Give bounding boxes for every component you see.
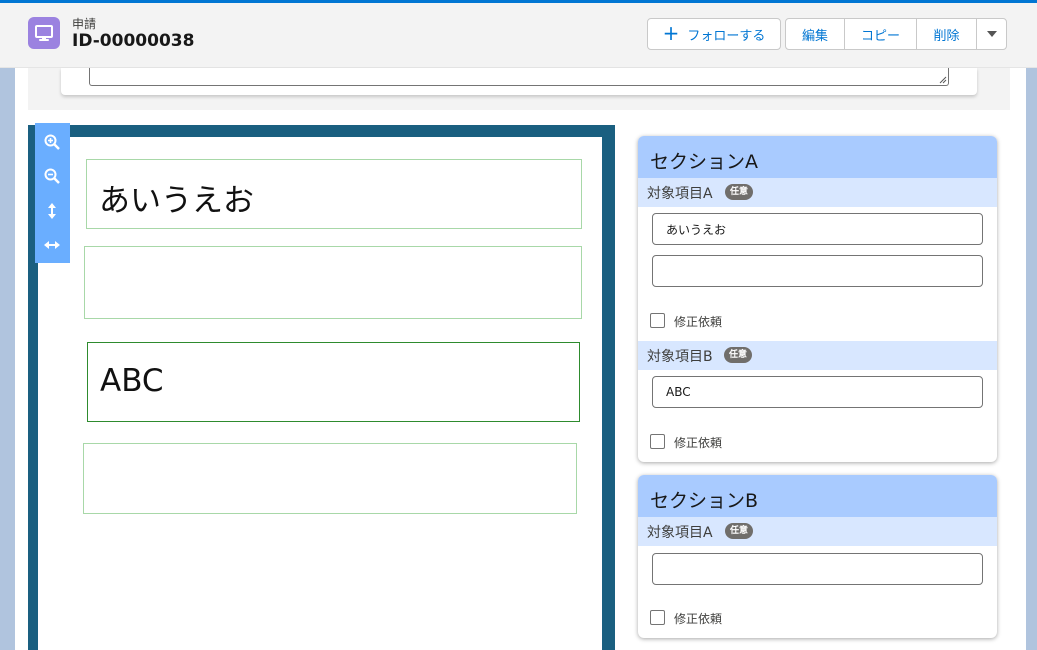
section-title: セクションB bbox=[650, 490, 759, 512]
section-header: セクションA bbox=[638, 136, 997, 178]
field-label-bar: 対象項目A 任意 bbox=[638, 517, 997, 546]
monitor-icon bbox=[28, 17, 60, 49]
field-input[interactable] bbox=[652, 255, 983, 287]
copy-button[interactable]: コピー bbox=[844, 18, 917, 50]
fit-width-icon[interactable] bbox=[41, 234, 63, 256]
checkbox-label: 修正依頼 bbox=[674, 612, 723, 626]
section-card-b: セクションB 対象項目A 任意 修正依頼 bbox=[638, 475, 997, 638]
checkbox-label: 修正依頼 bbox=[674, 315, 723, 329]
document-page: あいうえお ABC bbox=[38, 137, 602, 650]
section-title: セクションA bbox=[650, 151, 758, 173]
document-field-text: ABC bbox=[100, 363, 164, 399]
document-field[interactable]: ABC bbox=[87, 342, 580, 422]
resize-grip-icon[interactable] bbox=[939, 76, 947, 84]
field-label: 対象項目A bbox=[647, 525, 713, 541]
more-actions-button[interactable] bbox=[976, 18, 1007, 50]
viewer-toolbar bbox=[35, 123, 70, 263]
document-field[interactable] bbox=[84, 246, 582, 319]
follow-button-label: フォローする bbox=[687, 28, 766, 44]
field-label-bar: 対象項目B 任意 bbox=[638, 341, 997, 370]
optional-badge: 任意 bbox=[725, 523, 754, 539]
field-input[interactable] bbox=[652, 213, 983, 245]
fit-height-icon[interactable] bbox=[41, 200, 63, 222]
document-field-text: あいうえお bbox=[99, 183, 254, 219]
field-label: 対象項目B bbox=[647, 349, 713, 365]
record-header: 申請 ID-00000038 + フォローする 編集 コピー 削除 bbox=[0, 3, 1037, 68]
zoom-out-icon[interactable] bbox=[41, 165, 63, 187]
action-button-group: 編集 コピー 削除 bbox=[785, 18, 1007, 50]
checkbox-label: 修正依頼 bbox=[674, 436, 723, 450]
correction-request-checkbox[interactable] bbox=[650, 434, 665, 449]
follow-button[interactable]: + フォローする bbox=[647, 18, 781, 50]
field-label: 対象項目A bbox=[647, 186, 713, 202]
record-name: ID-00000038 bbox=[72, 31, 195, 51]
plus-icon: + bbox=[662, 21, 680, 45]
edit-button[interactable]: 編集 bbox=[785, 18, 845, 50]
document-field[interactable]: あいうえお bbox=[86, 159, 582, 229]
delete-button[interactable]: 削除 bbox=[916, 18, 977, 50]
correction-request-checkbox[interactable] bbox=[650, 313, 665, 328]
object-type-label: 申請 bbox=[72, 17, 97, 31]
optional-badge: 任意 bbox=[725, 184, 754, 200]
correction-request-checkbox[interactable] bbox=[650, 610, 665, 625]
field-input[interactable] bbox=[652, 376, 983, 408]
chevron-down-icon bbox=[986, 31, 997, 37]
section-header: セクションB bbox=[638, 475, 997, 517]
field-input[interactable] bbox=[652, 553, 983, 585]
optional-badge: 任意 bbox=[724, 347, 753, 363]
document-field[interactable] bbox=[83, 443, 577, 514]
description-textarea[interactable] bbox=[89, 68, 949, 86]
section-card-a: セクションA 対象項目A 任意 修正依頼 対象項目B 任意 修正依頼 bbox=[638, 136, 997, 462]
field-label-bar: 対象項目A 任意 bbox=[638, 178, 997, 207]
zoom-in-icon[interactable] bbox=[41, 131, 63, 153]
